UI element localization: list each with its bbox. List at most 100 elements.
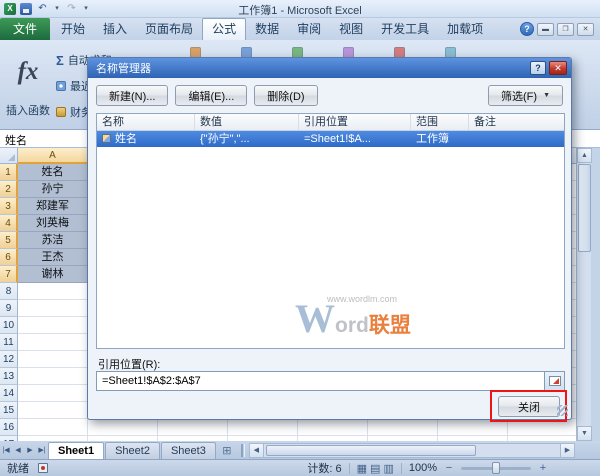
- cell[interactable]: [18, 317, 88, 334]
- row-header[interactable]: 8: [0, 283, 18, 300]
- cell-A3[interactable]: 郑建军: [18, 198, 88, 215]
- cell-A7[interactable]: 谢林: [18, 266, 88, 283]
- tab-developer[interactable]: 开发工具: [372, 18, 438, 40]
- row-header[interactable]: 6: [0, 249, 18, 266]
- zoom-in-icon[interactable]: +: [538, 462, 548, 474]
- scroll-right-icon[interactable]: ▶: [560, 443, 575, 458]
- delete-name-button[interactable]: 删除(D): [254, 85, 317, 106]
- row-header[interactable]: 1: [0, 164, 18, 181]
- name-list-row-selected[interactable]: 姓名 {"孙宁","... =Sheet1!$A... 工作簿: [97, 131, 564, 147]
- filter-button[interactable]: 筛选(F) ▼: [488, 85, 563, 106]
- vertical-scroll-thumb[interactable]: [578, 164, 591, 252]
- dialog-title-bar[interactable]: 名称管理器 ? ✕: [88, 58, 571, 78]
- cell[interactable]: [18, 351, 88, 368]
- zoom-level[interactable]: 100%: [409, 462, 437, 474]
- tab-view[interactable]: 视图: [330, 18, 372, 40]
- divider: [349, 463, 350, 474]
- dialog-help-icon[interactable]: ?: [530, 61, 546, 75]
- row-header[interactable]: 12: [0, 351, 18, 368]
- help-icon[interactable]: ?: [520, 22, 534, 36]
- horizontal-scrollbar[interactable]: ◀ ▶: [249, 443, 575, 458]
- record-macro-icon[interactable]: [38, 463, 48, 473]
- cell[interactable]: [18, 402, 88, 419]
- row-header[interactable]: 4: [0, 215, 18, 232]
- sheet-tab-sheet1[interactable]: Sheet1: [48, 442, 104, 459]
- col-header-scope[interactable]: 范围: [411, 114, 469, 130]
- col-header-value[interactable]: 数值: [195, 114, 299, 130]
- normal-view-icon[interactable]: ▦: [357, 462, 367, 475]
- workbook-minimize-icon[interactable]: ▬: [537, 23, 554, 36]
- page-break-view-icon[interactable]: ▥: [383, 462, 393, 475]
- tab-data[interactable]: 数据: [246, 18, 288, 40]
- zoom-out-icon[interactable]: −: [444, 462, 454, 474]
- cell[interactable]: [18, 385, 88, 402]
- cell[interactable]: [18, 368, 88, 385]
- row-header[interactable]: 15: [0, 402, 18, 419]
- select-all-corner[interactable]: [0, 148, 18, 164]
- first-sheet-icon[interactable]: |◀: [0, 446, 12, 454]
- row-header[interactable]: 14: [0, 385, 18, 402]
- row-header[interactable]: 10: [0, 317, 18, 334]
- tab-split-handle[interactable]: [241, 444, 245, 457]
- row-header[interactable]: 2: [0, 181, 18, 198]
- dialog-close-icon[interactable]: ✕: [549, 61, 567, 75]
- sheet-tab-sheet2[interactable]: Sheet2: [105, 442, 160, 459]
- insert-function-button[interactable]: fx 插入函数: [2, 44, 54, 128]
- row-header[interactable]: 7: [0, 266, 18, 283]
- horizontal-scroll-thumb[interactable]: [266, 445, 476, 456]
- undo-icon[interactable]: ↶: [36, 2, 49, 15]
- tab-page-layout[interactable]: 页面布局: [136, 18, 202, 40]
- tab-home[interactable]: 开始: [52, 18, 94, 40]
- tab-insert[interactable]: 插入: [94, 18, 136, 40]
- range-select-button[interactable]: [544, 372, 564, 390]
- prev-sheet-icon[interactable]: ◀: [12, 446, 24, 454]
- edit-name-button[interactable]: 编辑(E)...: [175, 85, 247, 106]
- cell-A2[interactable]: 孙宁: [18, 181, 88, 198]
- zoom-slider[interactable]: [461, 467, 531, 470]
- tab-review[interactable]: 审阅: [288, 18, 330, 40]
- zoom-slider-thumb[interactable]: [492, 462, 500, 474]
- cell-A6[interactable]: 王杰: [18, 249, 88, 266]
- row-header[interactable]: 11: [0, 334, 18, 351]
- workbook-close-icon[interactable]: ✕: [577, 23, 594, 36]
- dialog-resize-grip[interactable]: [557, 405, 568, 416]
- page-layout-view-icon[interactable]: ▤: [370, 462, 380, 475]
- insert-worksheet-icon[interactable]: ⊞: [217, 444, 237, 457]
- workbook-restore-icon[interactable]: ❐: [557, 23, 574, 36]
- col-header-name[interactable]: 名称: [97, 114, 195, 130]
- vertical-scrollbar[interactable]: ▲ ▼: [576, 148, 591, 441]
- last-sheet-icon[interactable]: ▶|: [36, 446, 48, 454]
- col-header-comment[interactable]: 备注: [469, 114, 564, 130]
- scroll-down-icon[interactable]: ▼: [577, 426, 592, 441]
- col-header-refers-to[interactable]: 引用位置: [299, 114, 411, 130]
- close-button[interactable]: 关闭: [498, 396, 560, 417]
- row-header[interactable]: 3: [0, 198, 18, 215]
- scroll-left-icon[interactable]: ◀: [249, 443, 264, 458]
- refers-to-input[interactable]: =Sheet1!$A$2:$A$7: [97, 372, 544, 390]
- cell-A5[interactable]: 苏洁: [18, 232, 88, 249]
- name-box[interactable]: 姓名: [0, 130, 99, 147]
- tab-addins[interactable]: 加载项: [438, 18, 492, 40]
- qat-customize-icon[interactable]: ▾: [82, 2, 90, 15]
- tab-formulas[interactable]: 公式: [202, 18, 246, 40]
- tab-file[interactable]: 文件: [0, 18, 50, 40]
- sheet-tab-sheet3[interactable]: Sheet3: [161, 442, 216, 459]
- column-header-A[interactable]: A: [18, 148, 88, 164]
- horizontal-scroll-track[interactable]: [264, 443, 560, 458]
- cell[interactable]: [18, 419, 88, 436]
- save-icon[interactable]: [20, 3, 32, 15]
- row-header[interactable]: 5: [0, 232, 18, 249]
- redo-icon[interactable]: ↷: [65, 2, 78, 15]
- new-name-button[interactable]: 新建(N)...: [96, 85, 168, 106]
- row-header[interactable]: 13: [0, 368, 18, 385]
- next-sheet-icon[interactable]: ▶: [24, 446, 36, 454]
- cell[interactable]: [18, 300, 88, 317]
- cell-A4[interactable]: 刘英梅: [18, 215, 88, 232]
- cell-A1[interactable]: 姓名: [18, 164, 88, 181]
- cell[interactable]: [18, 283, 88, 300]
- cell[interactable]: [18, 334, 88, 351]
- scroll-up-icon[interactable]: ▲: [577, 148, 592, 163]
- row-header[interactable]: 9: [0, 300, 18, 317]
- row-header[interactable]: 16: [0, 419, 18, 436]
- undo-dropdown-icon[interactable]: ▾: [53, 2, 61, 15]
